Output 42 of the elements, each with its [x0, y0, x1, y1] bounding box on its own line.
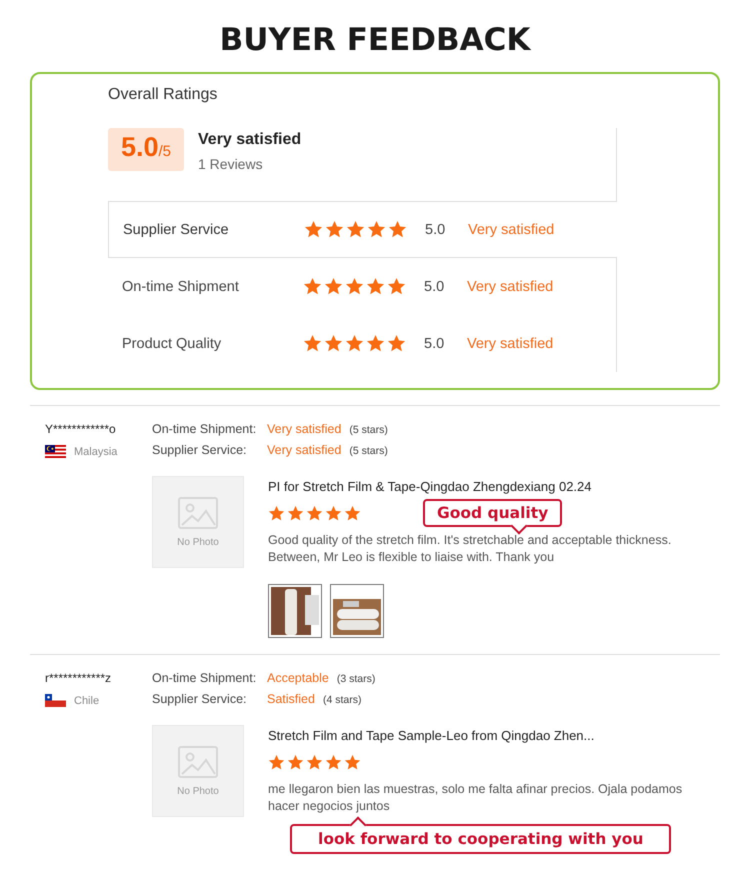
review-text: me llegaron bien las muestras, solo me falta afinar precios. Ojala podamos hacer negocios juntos	[268, 781, 684, 815]
review-text: Good quality of the stretch film. It's stretchable and acceptable thickness. Between, Mr Leo is flexible to liaise with. Thank you	[268, 532, 672, 566]
product-title: Stretch Film and Tape Sample-Leo from Qingdao Zhen...	[268, 727, 596, 743]
placeholder-label: No Photo	[177, 786, 219, 796]
rating-label: Supplier Service:	[152, 692, 248, 706]
rating-verdict: Very satisfied	[468, 222, 554, 238]
rating-verdict: Very satisfied	[267, 422, 342, 436]
flag-icon	[45, 445, 66, 458]
star-count: (4 stars)	[322, 694, 362, 706]
speech-callout: look forward to cooperating with you	[290, 815, 672, 854]
rating-label: On-time Shipment:	[152, 671, 258, 685]
page-title: BUYER FEEDBACK	[220, 22, 530, 60]
reviewer-country: Malaysia	[74, 446, 118, 458]
star-count: (5 stars)	[349, 445, 388, 457]
overall-verdict: Very satisfied	[198, 131, 302, 149]
rating-label: On-time Shipment:	[152, 422, 258, 436]
image-icon	[178, 496, 218, 528]
placeholder-label: No Photo	[177, 536, 219, 548]
flag-icon	[45, 694, 66, 707]
score-badge: 5.0/5	[108, 128, 184, 171]
rating-label: Product Quality	[121, 336, 222, 352]
star-count: (3 stars)	[336, 673, 376, 685]
rating-verdict: Satisfied	[267, 692, 315, 706]
image-icon	[178, 746, 218, 778]
star-count: (5 stars)	[349, 424, 388, 436]
reviewer-name: r************z	[45, 671, 112, 685]
section-heading: Overall Ratings	[108, 86, 218, 104]
rating-score: 5.0	[424, 336, 446, 352]
rating-label: Supplier Service:	[152, 443, 248, 457]
rating-verdict: Very satisfied	[467, 278, 554, 294]
rating-label: On-time Shipment	[121, 278, 240, 294]
rating-label: Supplier Service	[122, 222, 230, 238]
rating-verdict: Very satisfied	[467, 336, 554, 352]
photo-thumbnail	[330, 584, 384, 638]
reviewer-name: Y************o	[45, 422, 117, 436]
reviewer-country: Chile	[74, 694, 100, 706]
photo-thumbnail	[268, 584, 322, 638]
rating-score: 5.0	[425, 222, 446, 238]
rating-verdict: Acceptable	[267, 671, 329, 685]
rating-verdict: Very satisfied	[267, 443, 342, 457]
rating-score: 5.0	[424, 278, 446, 294]
review-count: 1 Reviews	[198, 156, 264, 172]
